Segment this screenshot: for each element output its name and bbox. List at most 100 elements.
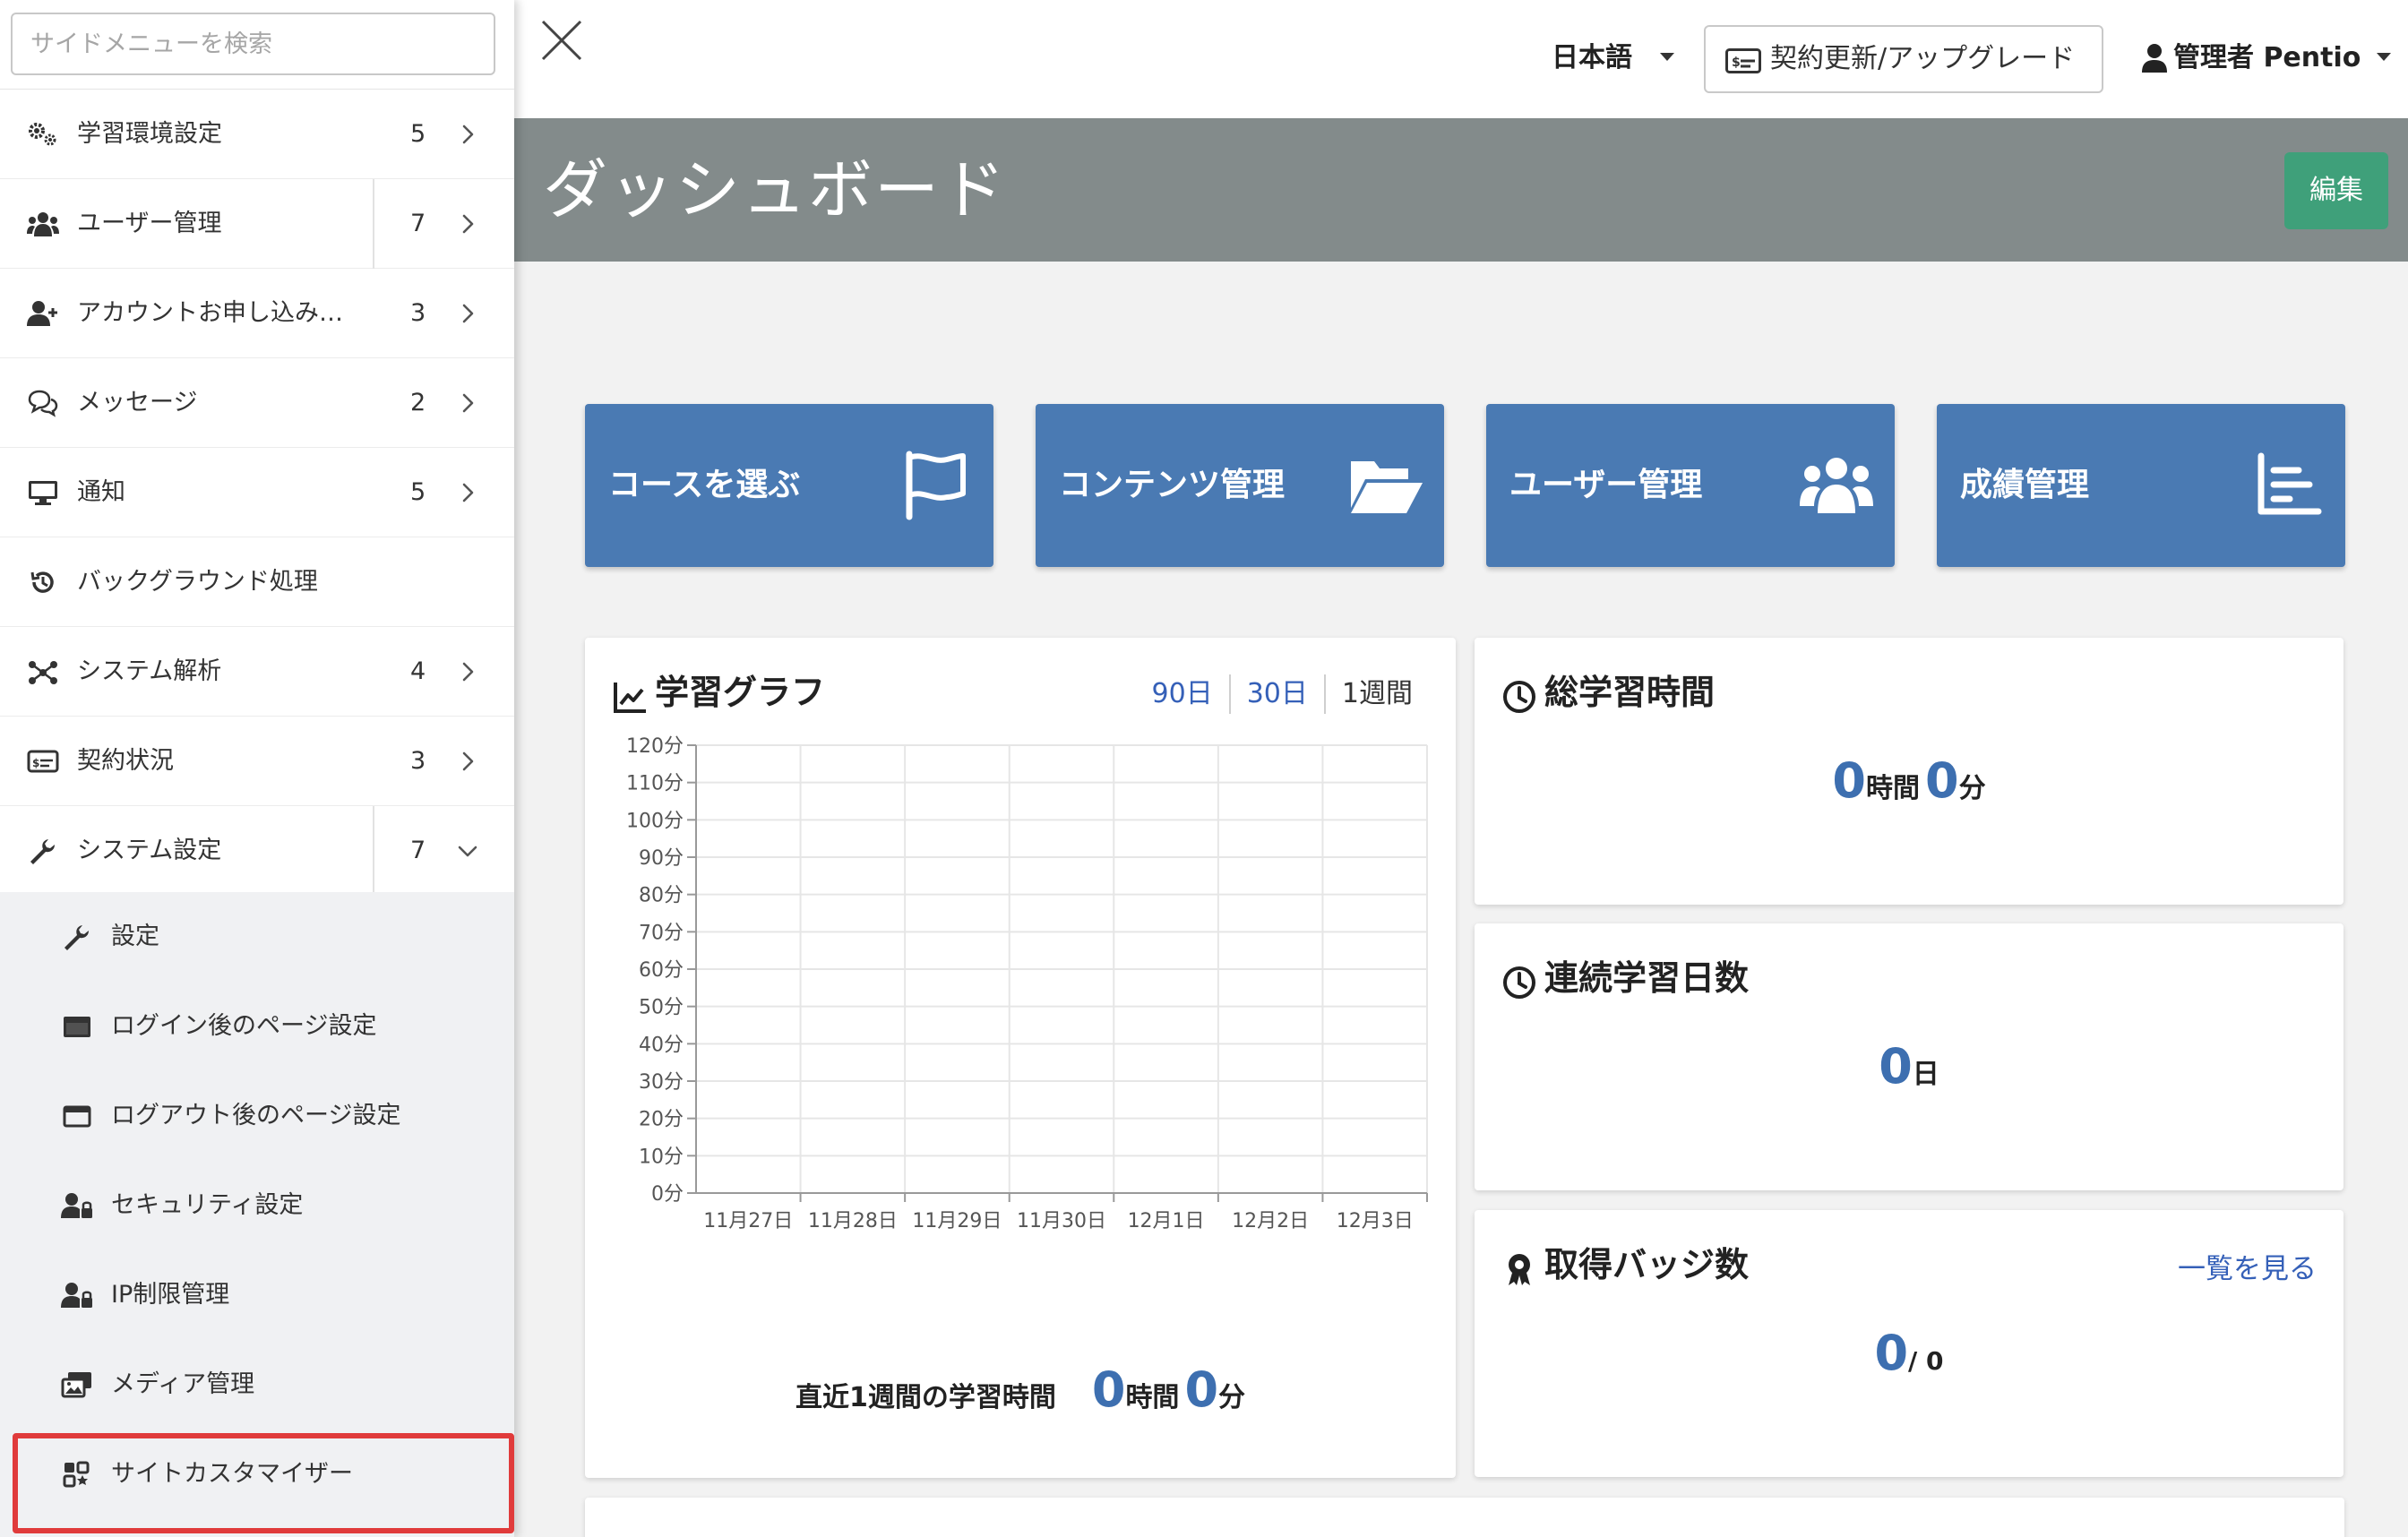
sidebar-item[interactable]: バックグラウンド処理 bbox=[0, 537, 514, 627]
sidebar: 学習環境設定 5 ユーザー管理 7 アカウントお申し込み承認 3 メッセージ 2 通知 5 バックグ… bbox=[0, 0, 514, 1537]
range-tab-90d[interactable]: 90日 bbox=[1136, 672, 1229, 717]
wrench-icon bbox=[27, 837, 59, 865]
y-tick-label: 30分 bbox=[639, 1071, 684, 1094]
sidebar-item[interactable]: システム解析 4 bbox=[0, 627, 514, 717]
see-all-badges-link[interactable]: 一覧を見る bbox=[2178, 1242, 2317, 1296]
badges-value: 0/ 0 bbox=[1475, 1325, 2344, 1381]
network-icon bbox=[27, 657, 59, 686]
badges-total: / 0 bbox=[1908, 1346, 1944, 1376]
user-lock-icon bbox=[61, 1281, 93, 1309]
clock-icon bbox=[1503, 966, 1535, 999]
chevron-right-icon[interactable] bbox=[457, 751, 478, 772]
sidebar-item[interactable]: アカウントお申し込み承認 3 bbox=[0, 269, 514, 358]
edit-button[interactable]: 編集 bbox=[2284, 152, 2388, 229]
history-icon bbox=[27, 568, 59, 597]
user-name: 管理者 Pentio bbox=[2173, 42, 2361, 73]
chevron-right-icon[interactable] bbox=[457, 661, 478, 683]
total-hours-value: 0 bbox=[1832, 752, 1866, 809]
y-tick-label: 10分 bbox=[639, 1146, 684, 1168]
chevron-right-icon[interactable] bbox=[457, 213, 478, 235]
streak-title: 連続学習日数 bbox=[1544, 958, 1750, 998]
weekly-summary: 直近1週間の学習時間 0時間 0分 bbox=[585, 1361, 1456, 1418]
users-icon bbox=[1800, 458, 1873, 513]
top-bar: 日本語 $ 契約更新/アップグレード 管理者 Pentio bbox=[514, 0, 2408, 118]
streak-value: 0日 bbox=[1475, 1038, 2344, 1095]
sidebar-item-count: 7 bbox=[410, 837, 426, 864]
shortcut-label: ユーザー管理 bbox=[1509, 467, 1703, 503]
range-tab-30d[interactable]: 30日 bbox=[1231, 672, 1324, 717]
user-icon bbox=[2142, 44, 2167, 73]
x-tick-label: 11月28日 bbox=[808, 1210, 898, 1232]
submenu-item-label: ログアウト後のページ設定 bbox=[111, 1102, 401, 1129]
badges-earned-value: 0 bbox=[1874, 1325, 1909, 1381]
shortcut-content-management[interactable]: コンテンツ管理 bbox=[1036, 404, 1444, 567]
sidebar-item[interactable]: メッセージ 2 bbox=[0, 358, 514, 448]
y-tick-label: 70分 bbox=[639, 922, 684, 944]
desktop-icon bbox=[27, 478, 59, 507]
sidebar-item[interactable]: 学習環境設定 5 bbox=[0, 90, 514, 179]
shortcut-user-management[interactable]: ユーザー管理 bbox=[1486, 404, 1895, 567]
submenu-item-label: 設定 bbox=[111, 923, 159, 950]
chevron-right-icon[interactable] bbox=[457, 303, 478, 324]
x-tick-label: 11月29日 bbox=[912, 1210, 1002, 1232]
credit-card-icon: $ bbox=[1725, 48, 1761, 73]
submenu-item[interactable]: IP制限管理 bbox=[0, 1250, 514, 1340]
sidebar-item-count: 5 bbox=[410, 478, 426, 506]
upgrade-button[interactable]: $ 契約更新/アップグレード bbox=[1704, 25, 2103, 93]
submenu-item[interactable]: ログアウト後のページ設定 bbox=[0, 1071, 514, 1161]
user-plus-icon bbox=[27, 299, 59, 328]
submenu-item-label: セキュリティ設定 bbox=[111, 1191, 304, 1219]
page-header: ダッシュボード 編集 bbox=[514, 118, 2408, 262]
sidebar-item-label: メッセージ bbox=[77, 389, 198, 416]
system-settings-submenu: 設定ログイン後のページ設定ログアウト後のページ設定 セキュリティ設定 IP制限管理メ… bbox=[0, 892, 514, 1537]
sidebar-item-label: 学習環境設定 bbox=[77, 120, 222, 148]
language-caret-icon[interactable] bbox=[1659, 52, 1675, 63]
chevron-right-icon[interactable] bbox=[457, 482, 478, 503]
chevron-right-icon[interactable] bbox=[457, 392, 478, 414]
y-tick-label: 120分 bbox=[626, 735, 684, 758]
sidebar-item-label: システム設定 bbox=[77, 837, 222, 864]
submenu-item[interactable]: メディア管理 bbox=[0, 1340, 514, 1430]
language-select[interactable]: 日本語 bbox=[1552, 27, 1632, 90]
shortcut-grade-management[interactable]: 成績管理 bbox=[1937, 404, 2345, 567]
weekly-minutes-unit: 分 bbox=[1218, 1382, 1246, 1413]
sidebar-search-input[interactable] bbox=[11, 13, 495, 75]
flag-icon bbox=[906, 451, 966, 520]
x-tick-label: 12月2日 bbox=[1232, 1210, 1309, 1232]
sidebar-item[interactable]: 通知 5 bbox=[0, 448, 514, 537]
chevron-down-icon[interactable] bbox=[457, 840, 478, 862]
photo-video-icon bbox=[61, 1370, 93, 1399]
sidebar-item[interactable]: ユーザー管理 7 bbox=[0, 179, 514, 269]
submenu-item[interactable]: 設定 bbox=[0, 892, 514, 982]
sidebar-search-area bbox=[0, 0, 514, 90]
sidebar-item[interactable]: システム設定 7 bbox=[0, 806, 514, 896]
y-tick-label: 80分 bbox=[639, 885, 684, 907]
sidebar-item-label: システム解析 bbox=[77, 657, 222, 685]
sidebar-menu: 学習環境設定 5 ユーザー管理 7 アカウントお申し込み承認 3 メッセージ 2 通知 5 バックグ… bbox=[0, 90, 514, 896]
sidebar-item[interactable]: $ 契約状況 3 bbox=[0, 717, 514, 806]
y-tick-label: 100分 bbox=[626, 810, 684, 832]
submenu-item-label: メディア管理 bbox=[111, 1370, 255, 1398]
weekly-hours-unit: 時間 bbox=[1125, 1382, 1180, 1413]
sidebar-item-label: バックグラウンド処理 bbox=[77, 568, 318, 596]
submenu-item[interactable]: ログイン後のページ設定 bbox=[0, 982, 514, 1071]
shortcut-select-course[interactable]: コースを選ぶ bbox=[585, 404, 993, 567]
sidebar-item-count: 4 bbox=[410, 657, 426, 685]
total-time-title: 総学習時間 bbox=[1544, 673, 1716, 712]
range-tabs: 90日 30日 1週間 bbox=[1136, 672, 1429, 717]
y-tick-label: 0分 bbox=[651, 1183, 684, 1206]
chevron-right-icon[interactable] bbox=[457, 124, 478, 145]
sidebar-item-divider bbox=[373, 806, 374, 896]
range-tab-1w[interactable]: 1週間 bbox=[1326, 672, 1429, 717]
svg-text:$: $ bbox=[32, 757, 39, 769]
close-icon[interactable] bbox=[539, 18, 584, 63]
sidebar-item-label: 契約状況 bbox=[77, 747, 174, 775]
badges-title: 取得バッジ数 bbox=[1544, 1245, 1750, 1284]
streak-panel: 連続学習日数 0日 bbox=[1475, 923, 2344, 1190]
sidebar-item-divider bbox=[373, 179, 374, 269]
sidebar-item-label: アカウントお申し込み承認 bbox=[77, 299, 364, 327]
total-hours-unit: 時間 bbox=[1866, 773, 1920, 804]
streak-days-value: 0 bbox=[1879, 1038, 1913, 1095]
y-tick-label: 40分 bbox=[639, 1034, 684, 1056]
submenu-item[interactable]: セキュリティ設定 bbox=[0, 1161, 514, 1250]
